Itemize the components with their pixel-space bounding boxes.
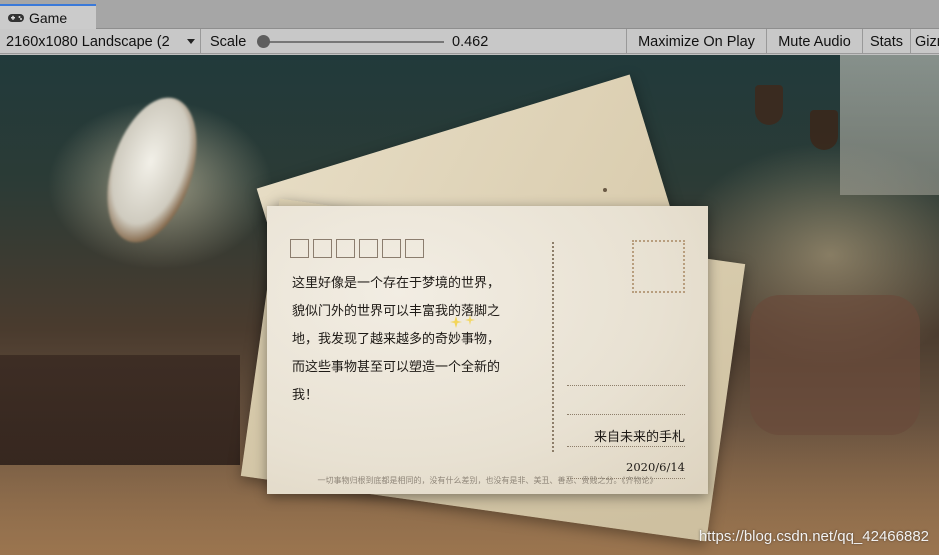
resolution-value: 2160x1080 Landscape (2 xyxy=(6,33,170,50)
gizmos-label: Gizmos xyxy=(915,33,939,50)
editor-tab-bar: Game xyxy=(0,0,939,29)
scale-value: 0.462 xyxy=(452,33,489,50)
message-line: 貌似门外的世界可以丰富我的落脚之 xyxy=(292,304,501,319)
message-line: 地，我发现了越来越多的奇妙事物， xyxy=(292,332,501,347)
ceiling-lamp xyxy=(755,85,783,125)
message-line: 这里好像是一个存在于梦境的世界， xyxy=(292,276,501,291)
paper-mark xyxy=(603,188,607,192)
postcard[interactable]: 这里好像是一个存在于梦境的世界， 貌似门外的世界可以丰富我的落脚之 地，我发现了… xyxy=(267,206,708,494)
toolbar-divider xyxy=(910,29,911,54)
postal-code-box xyxy=(336,239,355,258)
tab-game[interactable]: Game xyxy=(0,4,96,29)
postal-code-boxes xyxy=(290,239,424,258)
postcard-message: 这里好像是一个存在于梦境的世界， 貌似门外的世界可以丰富我的落脚之 地，我发现了… xyxy=(292,270,542,410)
message-line: 而这些事物甚至可以塑造一个全新的 xyxy=(292,360,501,375)
scale-label: Scale xyxy=(210,33,247,50)
postcard-date: 2020/6/14 xyxy=(626,460,685,474)
room-armchair xyxy=(750,295,920,435)
dropdown-arrow-icon xyxy=(187,39,195,44)
postal-code-box xyxy=(313,239,332,258)
postal-code-box xyxy=(405,239,424,258)
sparkle-icon xyxy=(450,315,475,328)
address-line xyxy=(567,414,685,415)
postal-code-box xyxy=(382,239,401,258)
round-window xyxy=(90,86,214,254)
ceiling-lamp xyxy=(810,110,838,150)
address-line xyxy=(567,385,685,386)
gizmos-dropdown[interactable]: Gizmos xyxy=(915,29,939,54)
tab-label: Game xyxy=(29,9,68,26)
room-shelf xyxy=(0,355,240,465)
gamepad-icon xyxy=(8,13,24,22)
resolution-dropdown[interactable]: 2160x1080 Landscape (2 xyxy=(6,29,196,54)
stamp-box xyxy=(632,240,685,293)
stats-toggle[interactable]: Stats xyxy=(863,29,910,54)
toolbar-divider xyxy=(200,29,201,54)
scale-slider-track[interactable] xyxy=(262,41,444,43)
watermark: https://blog.csdn.net/qq_42466882 xyxy=(698,528,929,545)
scale-slider-thumb[interactable] xyxy=(257,35,270,48)
game-viewport[interactable]: 这里好像是一个存在于梦境的世界， 貌似门外的世界可以丰富我的落脚之 地，我发现了… xyxy=(0,55,939,555)
maximize-on-play-toggle[interactable]: Maximize On Play xyxy=(627,29,766,54)
postcard-divider xyxy=(552,242,554,452)
postcard-sender: 来自未来的手札 xyxy=(593,430,685,445)
postal-code-box xyxy=(290,239,309,258)
postcard-quote: 一切事物归根到底都是相同的，没有什么差别，也没有是非、美丑、善恶、贵贱之分。《齐… xyxy=(317,476,658,485)
message-line: 我！ xyxy=(292,388,319,403)
mute-audio-toggle[interactable]: Mute Audio xyxy=(767,29,862,54)
address-line xyxy=(567,446,685,447)
postal-code-box xyxy=(359,239,378,258)
room-window-panel xyxy=(840,55,939,195)
game-toolbar: 2160x1080 Landscape (2 Scale 0.462 Maxim… xyxy=(0,29,939,54)
